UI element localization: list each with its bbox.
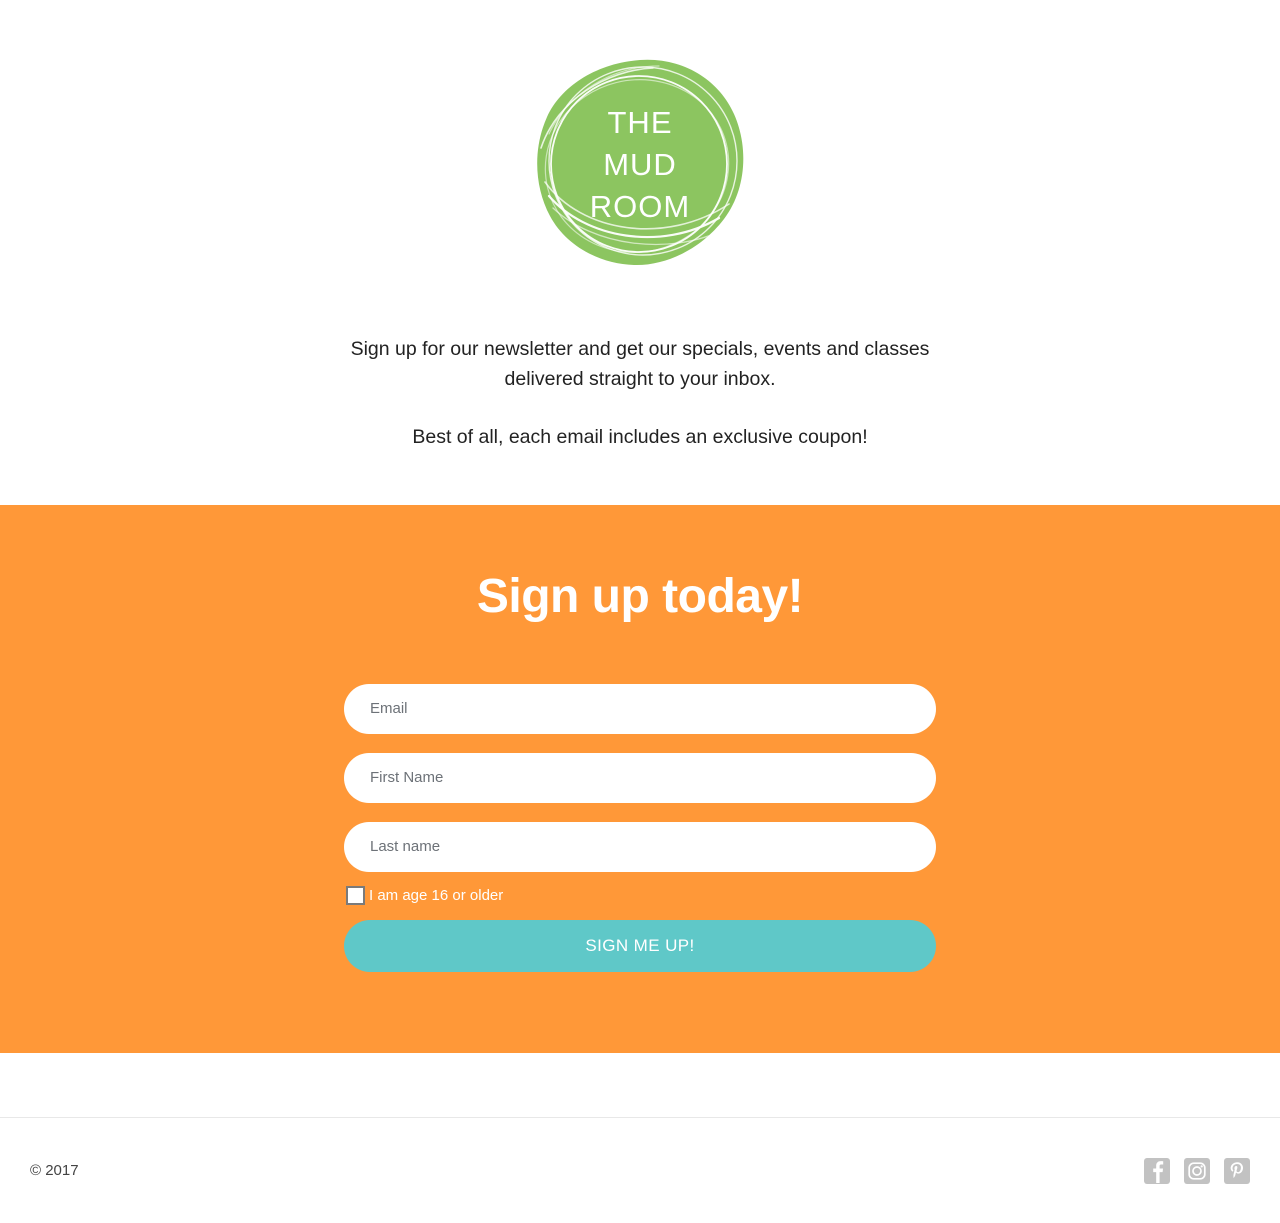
copyright-text: © 2017 bbox=[30, 1162, 79, 1179]
email-input[interactable] bbox=[344, 683, 936, 734]
social-links bbox=[1144, 1157, 1250, 1184]
signup-landing-page: THE MUD ROOM Sign up for our newsletter … bbox=[0, 0, 1280, 1223]
intro-line-2: Best of all, each email includes an excl… bbox=[412, 426, 868, 448]
sign-me-up-button[interactable]: SIGN ME UP! bbox=[344, 919, 936, 972]
signup-heading: Sign up today! bbox=[476, 570, 804, 623]
last-name-input[interactable] bbox=[344, 821, 936, 872]
age-consent-checkbox[interactable] bbox=[346, 885, 365, 905]
pinterest-icon[interactable] bbox=[1224, 1157, 1250, 1184]
logo-line-3: ROOM bbox=[590, 189, 690, 224]
age-consent-label: I am age 16 or older bbox=[369, 886, 504, 904]
intro-copy: Sign up for our newsletter and get our s… bbox=[320, 334, 960, 452]
hero-section: THE MUD ROOM Sign up for our newsletter … bbox=[0, 0, 1280, 505]
instagram-icon[interactable] bbox=[1184, 1157, 1210, 1184]
signup-section: Sign up today! I am age 16 or older SIGN… bbox=[0, 505, 1280, 1053]
age-consent-row: I am age 16 or older bbox=[344, 885, 936, 905]
signup-form: I am age 16 or older SIGN ME UP! bbox=[344, 683, 936, 972]
intro-line-1: Sign up for our newsletter and get our s… bbox=[350, 338, 930, 390]
post-signup-spacer bbox=[0, 1053, 1280, 1117]
brand-logo: THE MUD ROOM bbox=[533, 56, 747, 270]
page-footer: © 2017 bbox=[0, 1118, 1280, 1223]
first-name-input[interactable] bbox=[344, 752, 936, 803]
facebook-icon[interactable] bbox=[1144, 1157, 1170, 1184]
logo-line-1: THE bbox=[608, 105, 673, 140]
logo-line-2: MUD bbox=[603, 147, 677, 182]
